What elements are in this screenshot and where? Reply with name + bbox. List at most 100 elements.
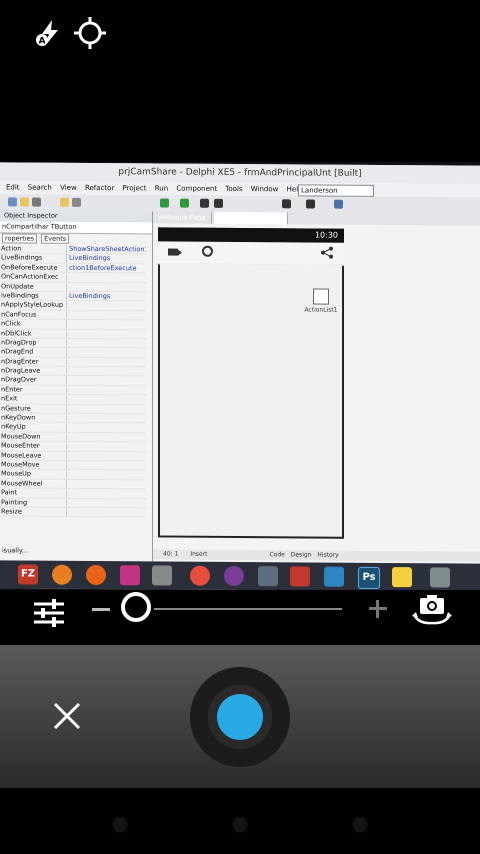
device-action-bar bbox=[158, 241, 344, 266]
back-nav-button[interactable] bbox=[113, 818, 127, 832]
inspector-row-key: nGesture bbox=[1, 403, 31, 413]
pause-icon bbox=[200, 198, 209, 208]
save-icon bbox=[32, 197, 41, 207]
inspector-row-value bbox=[66, 282, 146, 292]
inspector-row-key: LiveBindings bbox=[1, 253, 43, 263]
video-camera-icon bbox=[168, 248, 178, 256]
menu-refactor: Refactor bbox=[84, 183, 115, 193]
tab-code: Code bbox=[269, 551, 285, 559]
inspector-row-key: OnCanActionExec bbox=[1, 272, 59, 281]
inspector-row-value bbox=[66, 498, 146, 508]
photoshop-label: Ps bbox=[362, 571, 376, 583]
home-nav-button[interactable] bbox=[233, 818, 247, 832]
firefox-icon bbox=[86, 564, 106, 586]
actionlist-icon bbox=[313, 288, 329, 305]
camera-viewfinder[interactable]: prjCamShare - Delphi XE5 - frmAndPrincip… bbox=[0, 162, 480, 590]
inspector-row-key: Painting bbox=[1, 497, 28, 507]
inspector-row-value bbox=[66, 301, 146, 311]
inspector-row-key: MouseMove bbox=[1, 460, 40, 469]
tab-events: Events bbox=[41, 233, 70, 244]
tab-welcome-page: Welcome Page bbox=[153, 211, 212, 224]
inspector-row-key: iveBindings bbox=[1, 291, 39, 300]
zoom-slider-knob[interactable] bbox=[121, 592, 151, 622]
inspector-row-value bbox=[66, 470, 146, 480]
svg-text:A: A bbox=[39, 37, 46, 47]
inspector-row-value bbox=[66, 507, 146, 517]
desktop-combo: Landerson bbox=[298, 184, 374, 197]
editor-tabs: Welcome Page frmAndPrincipalUnt bbox=[153, 211, 480, 226]
auto-flash-icon[interactable]: A bbox=[34, 18, 64, 48]
inspector-tabs: roperties Events bbox=[0, 233, 152, 244]
inspector-row-value bbox=[66, 395, 146, 404]
run-nodebug-icon bbox=[180, 198, 189, 208]
object-inspector: Object Inspector nCompartilhar TButton r… bbox=[0, 210, 153, 590]
inspector-row-key: nCanFocus bbox=[1, 310, 37, 319]
save-all-icon bbox=[72, 197, 81, 207]
inspector-row-key: Action bbox=[1, 244, 22, 253]
menu-view: View bbox=[60, 183, 77, 192]
inspector-row-key: OnUpdate bbox=[1, 281, 34, 291]
skype-icon bbox=[324, 566, 344, 587]
inspector-row-value bbox=[66, 310, 146, 320]
inspector-row-key: MouseLeave bbox=[1, 450, 42, 460]
inspector-row-value bbox=[66, 432, 146, 442]
insert-mode: Insert bbox=[190, 550, 208, 558]
photographed-monitor: prjCamShare - Delphi XE5 - frmAndPrincip… bbox=[0, 162, 480, 590]
inspector-row-key: nDragDrop bbox=[1, 338, 37, 347]
inspector-row-key: OnBeforeExecute bbox=[1, 263, 58, 272]
shutter-button[interactable] bbox=[190, 667, 290, 767]
inspector-row-key: MouseWheel bbox=[1, 479, 43, 488]
editor-status-line: 40: 1 Insert Code Design History bbox=[153, 549, 480, 562]
share-icon bbox=[321, 246, 333, 259]
inspector-row-key: nApplyStyleLookup bbox=[1, 300, 64, 310]
shutter-indicator bbox=[217, 694, 263, 740]
forward-icon bbox=[306, 199, 315, 209]
app-icon bbox=[190, 565, 210, 586]
device-status-bar: 10:30 bbox=[158, 227, 344, 243]
inspector-row-key: MouseDown bbox=[1, 432, 41, 441]
menu-project: Project bbox=[122, 184, 147, 193]
menu-run: Run bbox=[154, 184, 169, 193]
chrome-icon bbox=[52, 564, 72, 585]
explorer-icon bbox=[152, 565, 172, 586]
menu-tools: Tools bbox=[225, 184, 243, 194]
zoom-slider-track[interactable] bbox=[154, 608, 342, 610]
tray-icon bbox=[430, 567, 450, 588]
inspector-row-key: nDragEnter bbox=[1, 357, 39, 366]
form-designer: Welcome Page frmAndPrincipalUnt 10:30 Ac… bbox=[153, 211, 480, 564]
switch-camera-icon[interactable] bbox=[410, 592, 454, 626]
tab-frmandprincipalunt: frmAndPrincipalUnt bbox=[213, 211, 288, 225]
tab-properties: roperties bbox=[2, 233, 38, 244]
inspector-row-key: nKeyDown bbox=[1, 413, 36, 422]
inspector-row-value bbox=[66, 404, 146, 414]
inspector-row-key: nKeyUp bbox=[1, 422, 26, 431]
tab-history: History bbox=[317, 551, 339, 559]
device-preview: 10:30 bbox=[158, 227, 344, 539]
tab-design: Design bbox=[290, 551, 312, 559]
focus-target-icon[interactable] bbox=[74, 17, 106, 49]
filezilla-label: FZ bbox=[20, 568, 36, 580]
inspector-footer-line: isually... bbox=[2, 546, 29, 555]
inspector-row-key: MouseUp bbox=[1, 469, 31, 478]
inspector-row-value bbox=[66, 385, 146, 395]
recents-nav-button[interactable] bbox=[353, 818, 367, 832]
inspector-row-key: nClick bbox=[1, 319, 21, 328]
run-icon bbox=[160, 198, 169, 208]
inspector-row-value bbox=[66, 366, 146, 376]
sliders-icon[interactable] bbox=[32, 596, 66, 630]
zoom-in-icon[interactable] bbox=[369, 600, 387, 618]
inspector-row-value bbox=[66, 460, 146, 470]
inspector-row-value bbox=[66, 329, 146, 339]
close-icon[interactable] bbox=[52, 701, 82, 731]
desktop-icon bbox=[334, 199, 343, 209]
inspector-row-value: LiveBindings bbox=[66, 254, 146, 264]
inspector-row-value: ShowShareSheetAction1 bbox=[66, 244, 146, 254]
folder-icon bbox=[60, 197, 69, 207]
shutter-panel bbox=[0, 645, 480, 788]
inspector-row-value: ction1BeforeExecute bbox=[66, 263, 146, 273]
inspector-row-value bbox=[66, 441, 146, 451]
android-nav-bar bbox=[0, 788, 480, 854]
inspector-row-value bbox=[66, 348, 146, 358]
inspector-row: Resize bbox=[0, 507, 146, 518]
zoom-out-icon[interactable] bbox=[92, 608, 110, 611]
